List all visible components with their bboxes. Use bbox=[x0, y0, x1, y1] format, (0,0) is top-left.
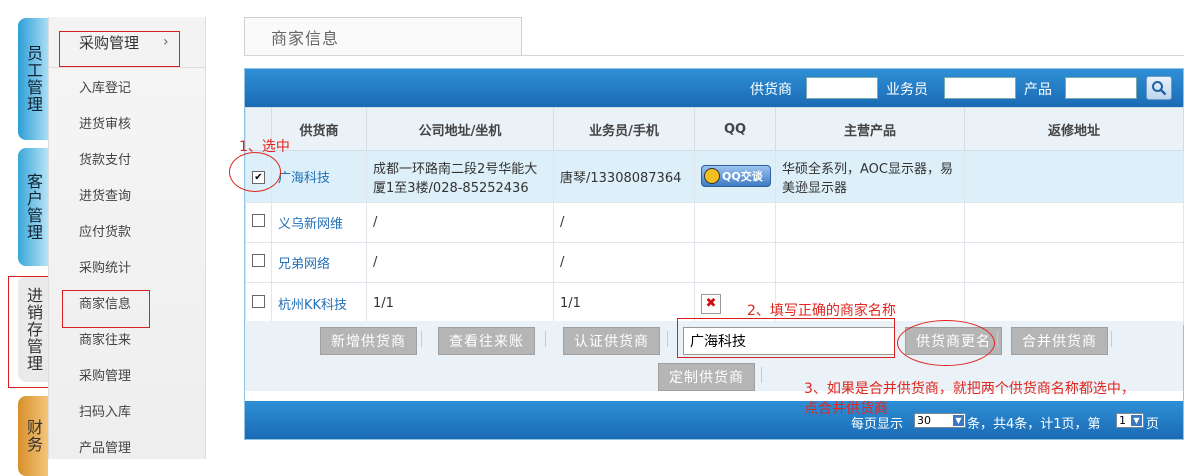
product-search-label: 产品 bbox=[1024, 82, 1052, 98]
merge-supplier-button[interactable]: 合并供货商 bbox=[1011, 327, 1108, 355]
contact-cell: / bbox=[553, 202, 695, 243]
supplier-name-link[interactable]: 兄弟网络 bbox=[271, 242, 367, 283]
salesman-search-label: 业务员 bbox=[886, 82, 928, 98]
rename-supplier-input[interactable] bbox=[683, 327, 895, 355]
contact-cell: 1/1 bbox=[553, 282, 695, 325]
annotation-circle-checkbox bbox=[229, 152, 281, 192]
annotation-step3-line2: 点合并供货商 bbox=[804, 401, 888, 417]
chevron-down-icon: ▼ bbox=[1131, 415, 1142, 426]
row-checkbox-cell bbox=[245, 202, 272, 243]
page-value: 1 bbox=[1119, 414, 1126, 427]
tab-inventory-management[interactable]: 进销存管理 bbox=[18, 276, 48, 382]
submenu-item-merchant-dealings[interactable]: 商家往来 bbox=[49, 320, 205, 356]
tab-customer-management[interactable]: 客户管理 bbox=[18, 148, 48, 266]
products-cell bbox=[775, 242, 965, 283]
products-cell: 华硕全系列，AOC显示器，易美逊显示器 bbox=[775, 150, 965, 203]
chevron-down-icon: ▼ bbox=[953, 415, 964, 426]
page-suffix: 页 bbox=[1146, 417, 1160, 432]
module-tabs: 员工管理 客户管理 进销存管理 财务 bbox=[0, 0, 48, 476]
contact-cell: / bbox=[553, 242, 695, 283]
submenu-item-scan-stock-in[interactable]: 扫码入库 bbox=[49, 392, 205, 428]
product-search-input[interactable] bbox=[1065, 77, 1137, 99]
pagination-summary: 条，共4条，计1页，第 bbox=[967, 417, 1101, 432]
supplier-table: 供货商 公司地址/坐机 业务员/手机 QQ 主营产品 返修地址 ✔ 广海科技 成… bbox=[245, 107, 1184, 325]
submenu-panel: 采购管理 › 入库登记 进货审核 货款支付 进货查询 应付货款 采购统计 商家信… bbox=[48, 17, 206, 459]
broken-image-icon: ✖ bbox=[701, 293, 721, 314]
per-page-select[interactable]: 30 ▼ bbox=[914, 413, 966, 428]
column-header-products: 主营产品 bbox=[775, 107, 965, 151]
submenu-item-stock-in[interactable]: 入库登记 bbox=[49, 68, 205, 104]
button-separator bbox=[997, 331, 998, 347]
contact-cell: 唐琴/13308087364 bbox=[553, 150, 695, 203]
submenu-item-merchant-info[interactable]: 商家信息 bbox=[49, 284, 205, 320]
search-button[interactable] bbox=[1146, 76, 1172, 100]
tab-staff-management[interactable]: 员工管理 bbox=[18, 18, 48, 140]
annotation-step2: 2、填写正确的商家名称 bbox=[747, 303, 896, 319]
column-header-salesman: 业务员/手机 bbox=[553, 107, 695, 151]
column-header-address: 公司地址/坐机 bbox=[366, 107, 554, 151]
button-separator bbox=[421, 331, 422, 347]
address-cell: / bbox=[366, 242, 554, 283]
qq-cell bbox=[694, 202, 776, 243]
search-icon bbox=[1152, 81, 1167, 96]
address-cell: / bbox=[366, 202, 554, 243]
pagination-bar: 每页显示 30 ▼ 条，共4条，计1页，第 1 ▼ 页 bbox=[245, 401, 1183, 439]
salesman-search-input[interactable] bbox=[944, 77, 1016, 99]
search-bar: 供货商 业务员 产品 bbox=[245, 69, 1183, 107]
row-checkbox[interactable] bbox=[252, 214, 265, 227]
annotation-step3-line1: 3、如果是合并供货商，就把两个供货商名称都选中， bbox=[804, 381, 1135, 397]
submenu-header[interactable]: 采购管理 › bbox=[49, 17, 205, 68]
row-checkbox[interactable] bbox=[252, 254, 265, 267]
submenu-item-purchase-stats[interactable]: 采购统计 bbox=[49, 248, 205, 284]
submenu-item-purchase-query[interactable]: 进货查询 bbox=[49, 176, 205, 212]
table-row[interactable]: ✔ 广海科技 成都一环路南二段2号华能大厦1至3楼/028-85252436 唐… bbox=[245, 150, 1184, 203]
submenu-item-purchase-review[interactable]: 进货审核 bbox=[49, 104, 205, 140]
row-checkbox-cell bbox=[245, 242, 272, 283]
row-checkbox[interactable] bbox=[252, 295, 265, 308]
qq-cell bbox=[694, 242, 776, 283]
submenu-header-label: 采购管理 bbox=[79, 33, 140, 52]
table-header-row: 供货商 公司地址/坐机 业务员/手机 QQ 主营产品 返修地址 bbox=[245, 107, 1184, 151]
repair-address-cell bbox=[964, 242, 1184, 283]
chevron-right-icon: › bbox=[163, 34, 169, 50]
supplier-search-label: 供货商 bbox=[750, 82, 792, 98]
products-cell bbox=[775, 202, 965, 243]
add-supplier-button[interactable]: 新增供货商 bbox=[320, 327, 417, 355]
column-header-qq: QQ bbox=[694, 107, 776, 151]
address-cell: 1/1 bbox=[366, 282, 554, 325]
tab-finance[interactable]: 财务 bbox=[18, 396, 48, 476]
certify-supplier-button[interactable]: 认证供货商 bbox=[563, 327, 660, 355]
page-title-tab[interactable]: 商家信息 bbox=[244, 17, 522, 55]
supplier-search-input[interactable] bbox=[806, 77, 878, 99]
supplier-name-link[interactable]: 杭州KK科技 bbox=[271, 282, 367, 325]
button-separator bbox=[1111, 331, 1112, 347]
button-separator bbox=[761, 367, 762, 383]
supplier-name-link[interactable]: 义乌新网维 bbox=[271, 202, 367, 243]
custom-supplier-button[interactable]: 定制供货商 bbox=[658, 363, 755, 391]
supplier-name-link[interactable]: 广海科技 bbox=[271, 150, 367, 203]
repair-address-cell bbox=[964, 282, 1184, 325]
row-checkbox-cell bbox=[245, 282, 272, 325]
submenu-item-payment[interactable]: 货款支付 bbox=[49, 140, 205, 176]
table-row[interactable]: 义乌新网维 / / bbox=[245, 202, 1184, 243]
repair-address-cell bbox=[964, 202, 1184, 243]
table-row[interactable]: 杭州KK科技 1/1 1/1 ✖ bbox=[245, 282, 1184, 325]
qq-penguin-icon bbox=[704, 168, 720, 184]
column-header-repair-address: 返修地址 bbox=[964, 107, 1184, 151]
repair-address-cell bbox=[964, 150, 1184, 203]
button-separator bbox=[667, 331, 668, 347]
address-cell: 成都一环路南二段2号华能大厦1至3楼/028-85252436 bbox=[366, 150, 554, 203]
qq-cell: QQ交谈 bbox=[694, 150, 776, 203]
tab-divider bbox=[244, 55, 1184, 56]
submenu-item-payables[interactable]: 应付货款 bbox=[49, 212, 205, 248]
page-select[interactable]: 1 ▼ bbox=[1116, 413, 1144, 428]
qq-chat-label: QQ交谈 bbox=[722, 170, 763, 183]
table-row[interactable]: 兄弟网络 / / bbox=[245, 242, 1184, 283]
submenu-item-purchase-management[interactable]: 采购管理 bbox=[49, 356, 205, 392]
button-separator bbox=[545, 331, 546, 347]
per-page-value: 30 bbox=[917, 414, 931, 427]
view-accounts-button[interactable]: 查看往来账 bbox=[438, 327, 535, 355]
annotation-circle-rename bbox=[897, 320, 995, 366]
qq-chat-button[interactable]: QQ交谈 bbox=[701, 165, 771, 187]
